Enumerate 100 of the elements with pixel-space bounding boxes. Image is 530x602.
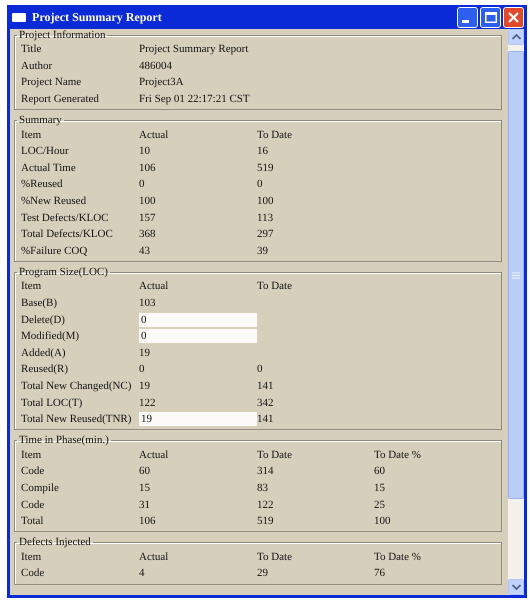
- window-title: Project Summary Report: [32, 10, 163, 24]
- table-cell-text: Total LOC(T): [21, 396, 84, 409]
- column-header: Item: [21, 280, 42, 292]
- table-cell-text: Test Defects/KLOC: [21, 212, 110, 224]
- table-cell-text: Project3A: [139, 76, 185, 88]
- table-cell-text: Delete(D): [21, 314, 66, 326]
- table-cell-text: 342: [257, 396, 274, 409]
- maximize-icon: [484, 12, 496, 22]
- table-cell-text: 43: [139, 244, 151, 257]
- column-header: Actual: [139, 448, 170, 461]
- table-cell-text: %Failure COQ: [21, 244, 88, 257]
- table-cell-text: Base(B): [21, 297, 58, 310]
- table-cell-text: Code: [21, 498, 46, 511]
- table-cell-text: Code: [21, 465, 46, 478]
- table-cell-text: 141: [257, 413, 274, 426]
- table-cell-text: 0: [257, 363, 264, 376]
- table-cell-text: Code: [21, 567, 46, 580]
- table-cell-text: 76: [374, 567, 386, 580]
- column-header: Item: [21, 448, 42, 461]
- column-header: To Date %: [374, 448, 422, 461]
- table-cell-text: 29: [257, 567, 269, 580]
- table-cell-text: Title: [21, 43, 42, 56]
- table-cell-text: Project Name: [21, 76, 82, 88]
- table-cell-text: 83: [257, 482, 269, 494]
- table-cell-text: 100: [139, 195, 156, 208]
- table-cell-text: 0: [257, 178, 264, 190]
- close-icon: [508, 12, 519, 22]
- column-header: Actual: [139, 280, 170, 292]
- table-cell-text: Author: [21, 60, 54, 72]
- group-title: Program Size(LOC): [18, 266, 109, 278]
- table-cell-text: 60: [139, 465, 151, 478]
- table-cell-text: 486004: [139, 60, 173, 72]
- scroll-down-button[interactable]: [508, 579, 524, 595]
- group-title: Defects Injected: [18, 536, 92, 548]
- input-field[interactable]: 0: [139, 312, 257, 327]
- table-cell-text: LOC/Hour: [21, 145, 70, 158]
- table-cell-text: Project Summary Report: [139, 43, 250, 56]
- table-cell-text: Total New Reused(TNR): [21, 413, 132, 426]
- table-cell-text: Total Defects/KLOC: [21, 228, 114, 240]
- table-cell-text: 368: [139, 228, 156, 240]
- table-cell-text: 103: [139, 297, 156, 310]
- table-cell-text: 100: [374, 515, 392, 528]
- column-header: To Date: [257, 128, 293, 141]
- table-cell-text: 15: [139, 482, 151, 494]
- table-cell-text: 122: [139, 396, 156, 409]
- table-cell-text: 519: [257, 515, 274, 528]
- table-cell-text: 4: [139, 567, 146, 580]
- scrollbar[interactable]: [508, 29, 524, 595]
- table-cell-text: 10: [139, 145, 151, 158]
- table-cell-text: 25: [374, 498, 386, 511]
- table-cell-text: Added(A): [21, 346, 67, 359]
- column-header: To Date %: [374, 550, 422, 563]
- table-cell-text: 15: [374, 482, 386, 494]
- table-cell-text: 100: [257, 195, 274, 208]
- table-cell-text: Reused(R): [21, 363, 70, 376]
- table-cell-text: 141: [257, 380, 274, 392]
- table-cell-text: Modified(M): [21, 330, 80, 342]
- table-cell-text: 19: [139, 380, 151, 392]
- table-cell-text: 16: [257, 145, 269, 158]
- group-title: Summary: [18, 114, 63, 126]
- table-cell-text: 31: [139, 498, 151, 511]
- minimize-icon: [462, 20, 469, 22]
- table-cell-text: 106: [139, 515, 156, 528]
- table-cell-text: 0: [139, 363, 146, 376]
- table-cell-text: 122: [257, 498, 274, 511]
- grip-icon: [512, 272, 520, 278]
- table-cell-text: 314: [257, 465, 274, 478]
- table-cell-text: 157: [139, 212, 156, 224]
- table-cell-text: 39: [257, 244, 269, 257]
- column-header: To Date: [257, 550, 293, 563]
- table-cell-text: 106: [139, 162, 156, 174]
- close-button[interactable]: [503, 6, 524, 28]
- table-cell-text: Compile: [21, 482, 60, 494]
- table-cell-text: 519: [257, 162, 274, 174]
- column-header: Item: [21, 128, 42, 141]
- table-cell-text: 297: [257, 228, 274, 240]
- table-cell-text: 60: [374, 465, 386, 478]
- table-cell-text: 19: [139, 346, 151, 359]
- minimize-button[interactable]: [457, 6, 478, 28]
- table-cell-text: %Reused: [21, 178, 64, 190]
- scroll-thumb[interactable]: [508, 51, 524, 499]
- table-cell-text: %New Reused: [21, 195, 88, 208]
- table-cell-text: Report Generated: [21, 93, 100, 106]
- window-icon: [12, 12, 26, 22]
- table-cell-text: Total: [21, 515, 44, 528]
- input-field[interactable]: 0: [139, 329, 257, 344]
- column-header: Item: [21, 550, 42, 563]
- group-title: Project Information: [18, 29, 106, 41]
- table-cell-text: 113: [257, 212, 274, 224]
- column-header: Actual: [139, 550, 170, 563]
- column-header: Actual: [139, 128, 170, 141]
- scroll-up-button[interactable]: [508, 29, 524, 45]
- input-field[interactable]: 19: [139, 412, 257, 426]
- group-title: Time in Phase(min.): [18, 434, 110, 446]
- table-cell-text: Actual Time: [21, 162, 77, 174]
- table-cell-text: Fri Sep 01 22:17:21 CST: [139, 93, 251, 106]
- table-cell-text: 0: [139, 178, 146, 190]
- table-cell-text: Total New Changed(NC): [21, 380, 132, 392]
- maximize-button[interactable]: [480, 6, 501, 28]
- column-header: To Date: [257, 280, 293, 292]
